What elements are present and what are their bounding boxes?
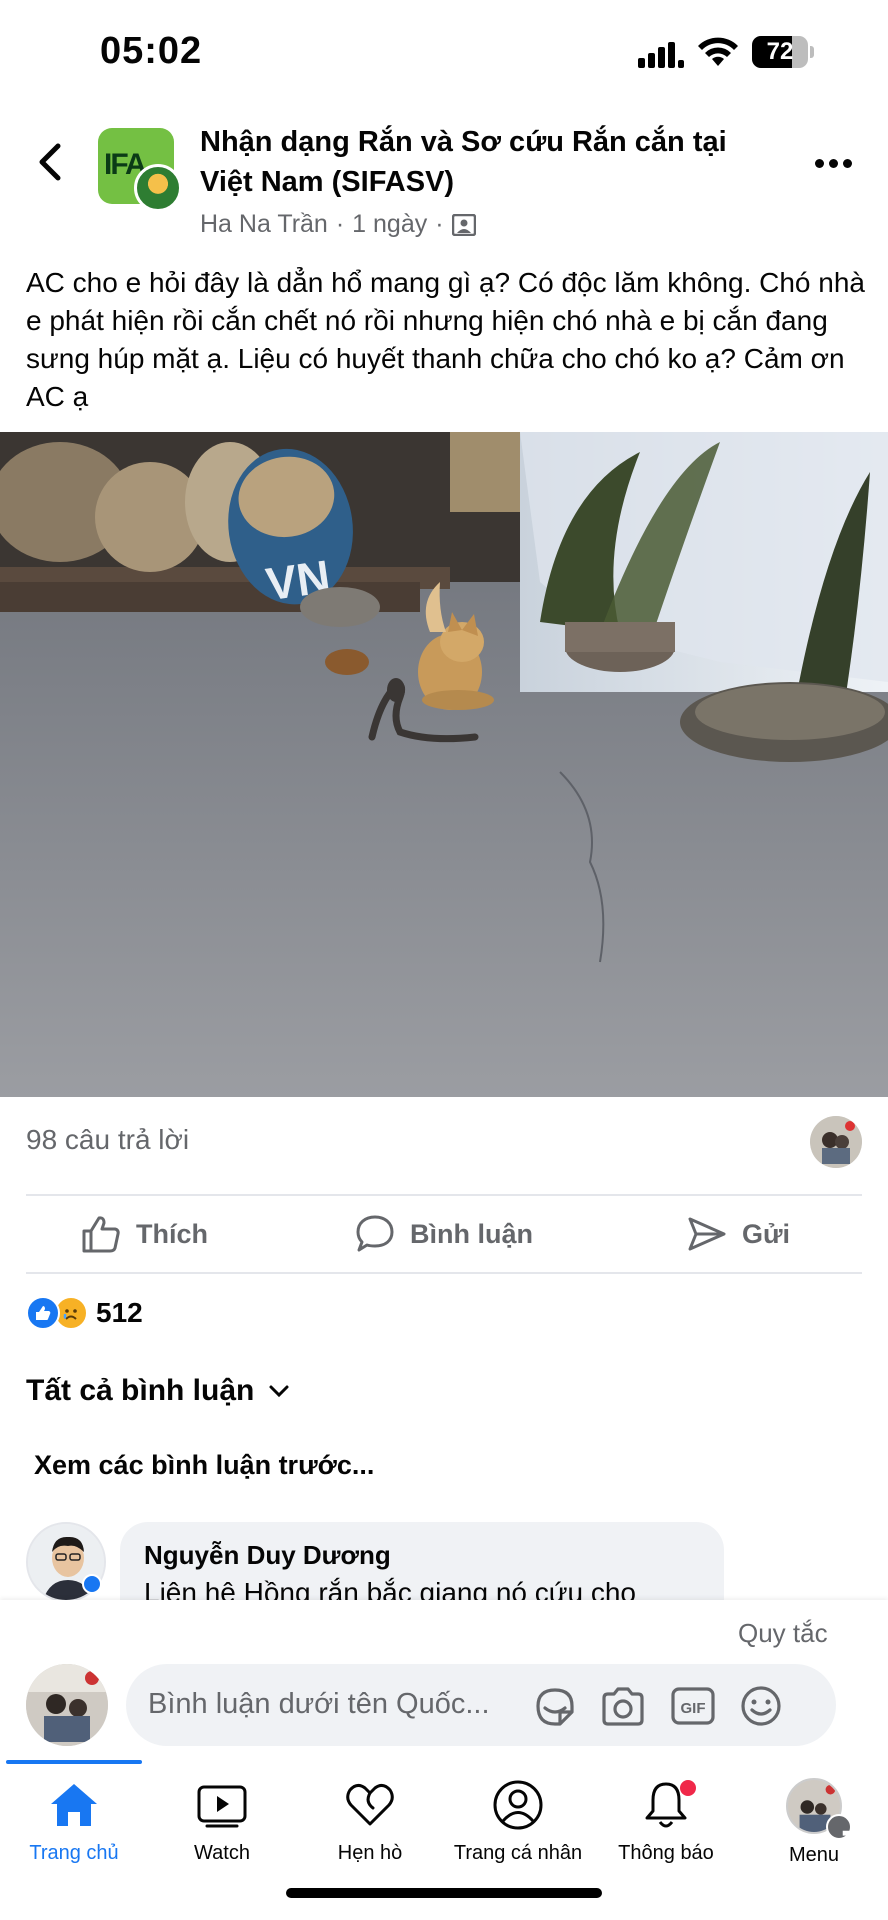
wifi-icon: [698, 37, 738, 66]
sticker-icon[interactable]: [532, 1684, 578, 1728]
tab-dating[interactable]: Hẹn hò: [296, 1778, 444, 1888]
gif-label: GIF: [681, 1700, 706, 1717]
post-meta: Ha Na Trần · 1 ngày ·: [200, 210, 476, 239]
tab-label: Thông báo: [618, 1842, 714, 1864]
watch-icon: [197, 1785, 247, 1828]
rules-link[interactable]: Quy tắc: [738, 1618, 828, 1649]
tab-label: Trang chủ: [29, 1842, 119, 1864]
meta-separator: ·: [435, 210, 444, 238]
chevron-down-icon: [269, 1385, 289, 1398]
tab-profile[interactable]: Trang cá nhân: [444, 1778, 592, 1888]
camera-icon[interactable]: [600, 1684, 646, 1728]
comment-filter[interactable]: Tất cả bình luận: [26, 1374, 290, 1408]
tab-label: Watch: [194, 1842, 250, 1864]
like-icon: [82, 1216, 120, 1253]
comment-bubble[interactable]: Nguyễn Duy Dương Liên hệ Hồng rắn bắc gi…: [120, 1522, 724, 1610]
comment-filter-label: Tất cả bình luận: [26, 1374, 255, 1407]
post-time[interactable]: 1 ngày: [352, 210, 427, 239]
notification-dot: [680, 1780, 696, 1796]
author-avatar[interactable]: [134, 164, 182, 212]
post-author[interactable]: Ha Na Trần: [200, 210, 328, 239]
send-icon: [688, 1217, 726, 1251]
menu-lines-icon: [826, 1814, 868, 1856]
reaction-count: 512: [96, 1297, 143, 1328]
home-indicator: [286, 1888, 602, 1898]
divider: [26, 1194, 862, 1196]
reactions-summary[interactable]: 512: [26, 1296, 143, 1330]
tab-watch[interactable]: Watch: [148, 1778, 296, 1888]
meta-separator: ·: [335, 210, 345, 238]
tab-home[interactable]: Trang chủ: [0, 1778, 148, 1888]
more-options-icon[interactable]: [815, 155, 855, 171]
heart-icon: [346, 1783, 394, 1826]
tab-label: Trang cá nhân: [453, 1842, 583, 1864]
comment-input[interactable]: Bình luận dưới tên Quốc... GIF: [126, 1664, 836, 1746]
like-label: Thích: [136, 1218, 208, 1249]
like-reaction-icon: [26, 1296, 60, 1330]
post-photo[interactable]: VN: [0, 432, 888, 1097]
battery-level: 72: [766, 38, 794, 65]
composer-avatar: [26, 1664, 108, 1746]
post-text: AC cho e hỏi đây là dẳn hổ mang gì ạ? Có…: [26, 267, 865, 412]
comment-label: Bình luận: [410, 1218, 533, 1249]
comment-placeholder: Bình luận dưới tên Quốc...: [148, 1688, 490, 1720]
comment-button[interactable]: Bình luận: [354, 1206, 533, 1262]
group-avatar[interactable]: IFA: [98, 128, 182, 212]
battery-icon: 72: [752, 36, 814, 68]
comment-author[interactable]: Nguyễn Duy Dương: [144, 1540, 700, 1571]
reply-count[interactable]: 98 câu trả lời: [26, 1124, 189, 1156]
gif-icon[interactable]: GIF: [670, 1684, 716, 1728]
tab-label: Hẹn hò: [337, 1842, 403, 1864]
comment-composer: Quy tắc Bình luận dưới tên Quốc... GIF: [0, 1600, 888, 1760]
photo-scene: VN: [0, 432, 888, 1097]
emoji-icon[interactable]: [738, 1684, 784, 1728]
tab-notifications[interactable]: Thông báo: [592, 1778, 740, 1888]
like-button[interactable]: Thích: [80, 1206, 208, 1262]
status-bar: 05:02 72: [0, 0, 888, 100]
send-button[interactable]: Gửi: [686, 1206, 790, 1262]
replier-avatar: [810, 1116, 862, 1168]
view-previous-comments[interactable]: Xem các bình luận trước...: [34, 1450, 374, 1481]
group-name[interactable]: Nhận dạng Rắn và Sơ cứu Rắn cắn tại Việt…: [200, 122, 760, 202]
verified-badge-icon: [82, 1574, 102, 1594]
send-label: Gửi: [742, 1218, 791, 1249]
home-icon: [51, 1784, 97, 1826]
active-tab-indicator: [6, 1760, 142, 1764]
back-icon[interactable]: [32, 142, 68, 182]
divider: [26, 1272, 862, 1274]
status-time: 05:02: [100, 30, 203, 72]
signal-icon: [638, 38, 684, 68]
tab-menu[interactable]: Menu: [740, 1778, 888, 1888]
comment-icon: [356, 1215, 394, 1252]
profile-icon: [493, 1780, 543, 1830]
group-privacy-icon: [451, 213, 476, 236]
